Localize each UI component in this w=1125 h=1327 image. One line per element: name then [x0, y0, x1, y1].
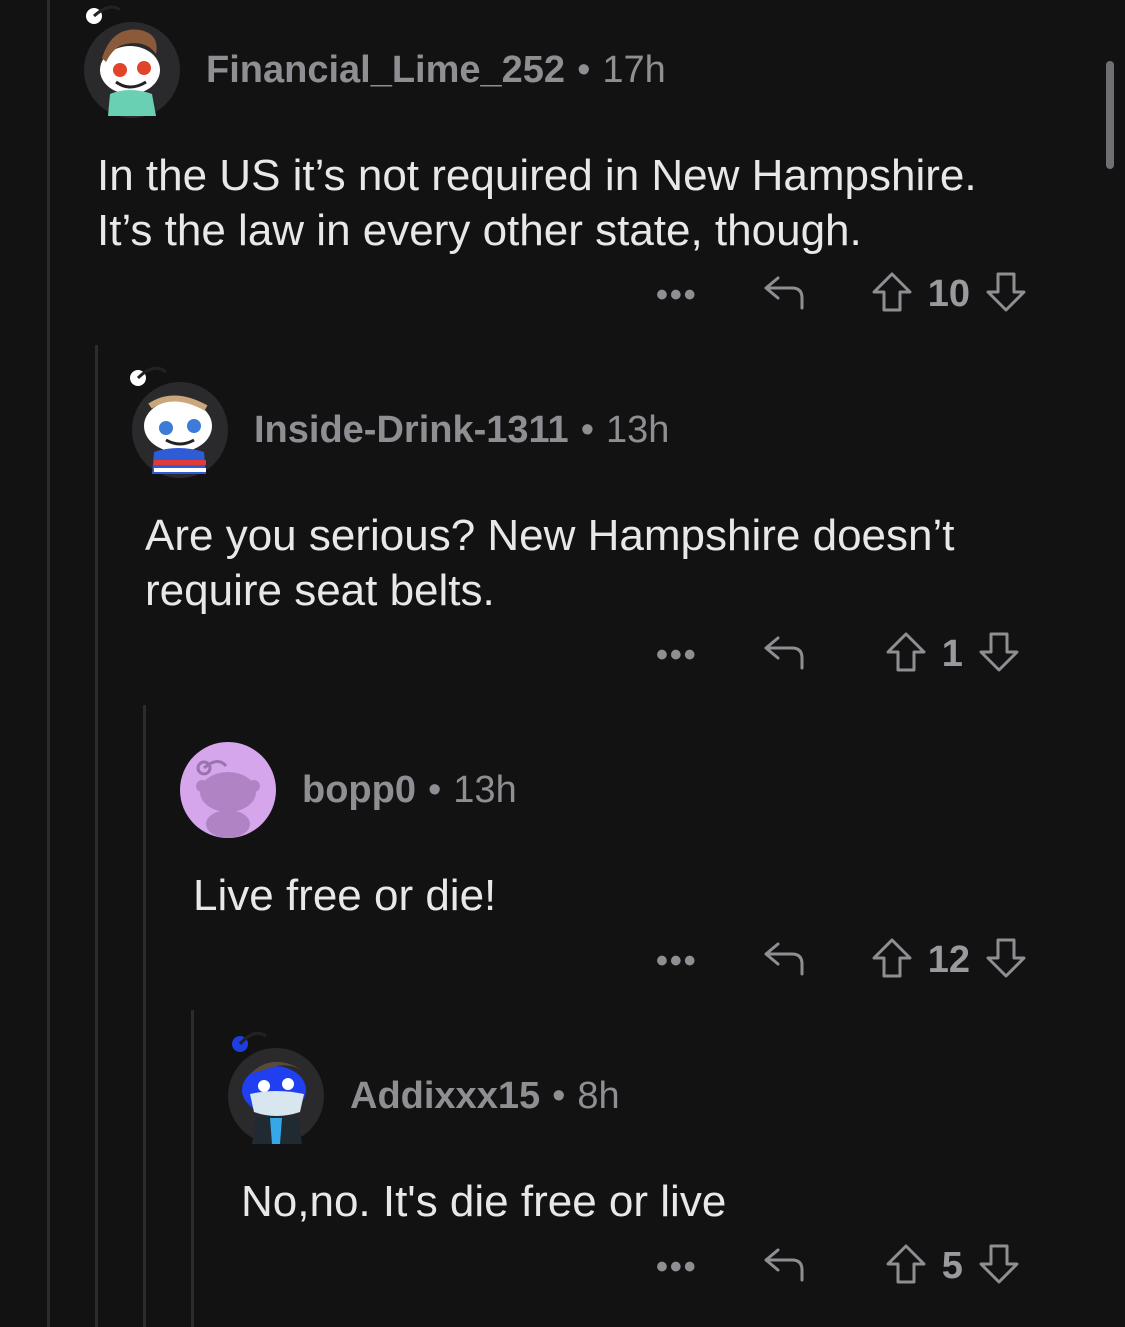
- avatar[interactable]: [228, 1031, 324, 1144]
- separator: •: [580, 408, 594, 451]
- thread-line-level-1[interactable]: [47, 0, 50, 1327]
- comment-body: No,no. It's die free or live: [241, 1177, 727, 1226]
- upvote-arrow-icon[interactable]: [870, 936, 914, 985]
- timestamp: 13h: [453, 768, 517, 811]
- comment-bopp0: bopp0 • 13h Live free or die!: [180, 742, 1080, 923]
- comment-inside-drink: Inside-Drink-1311 • 13h Are you serious?…: [130, 366, 1092, 618]
- username[interactable]: bopp0: [302, 769, 416, 812]
- separator: •: [427, 768, 442, 811]
- ellipsis-icon[interactable]: •••: [656, 1250, 698, 1284]
- timestamp: 8h: [577, 1074, 620, 1117]
- scrollbar[interactable]: [1106, 61, 1114, 169]
- comment-actions: ••• 1: [656, 630, 1021, 679]
- comment-body: In the US it’s not required in New Hamps…: [97, 151, 977, 255]
- avatar[interactable]: [130, 366, 228, 478]
- snoo-avatar-icon: [86, 5, 160, 116]
- comment-actions: ••• 12: [656, 936, 1028, 985]
- reply-arrow-icon[interactable]: [760, 632, 808, 677]
- thread-line-level-4[interactable]: [191, 1010, 194, 1327]
- comment-actions: ••• 5: [656, 1242, 1021, 1291]
- comment-header: Financial_Lime_252 • 17h: [84, 5, 1094, 118]
- timestamp: 17h: [602, 48, 666, 91]
- ellipsis-icon[interactable]: •••: [656, 278, 698, 312]
- comment-meta: Addixxx15 • 8h: [350, 1075, 620, 1118]
- upvote-arrow-icon[interactable]: [884, 630, 928, 679]
- comment-header: bopp0 • 13h: [180, 742, 1080, 838]
- downvote-arrow-icon[interactable]: [977, 1242, 1021, 1291]
- thread-line-level-3[interactable]: [143, 705, 146, 1327]
- timestamp: 13h: [606, 408, 670, 451]
- reply-arrow-icon[interactable]: [760, 1244, 808, 1289]
- ellipsis-icon[interactable]: •••: [656, 944, 698, 978]
- reply-arrow-icon[interactable]: [760, 938, 808, 983]
- username[interactable]: Financial_Lime_252: [206, 49, 565, 92]
- snoo-avatar-icon: [130, 366, 212, 474]
- username[interactable]: Inside-Drink-1311: [254, 409, 569, 452]
- vote-score: 10: [927, 273, 970, 315]
- snoo-default-avatar-icon: [196, 760, 260, 838]
- vote-score: 5: [941, 1245, 963, 1287]
- comment-body: Live free or die!: [193, 871, 497, 920]
- ellipsis-icon[interactable]: •••: [656, 638, 698, 672]
- comment-actions: ••• 10: [656, 270, 1028, 319]
- snoo-avatar-icon: [232, 1031, 306, 1144]
- downvote-arrow-icon[interactable]: [977, 630, 1021, 679]
- downvote-arrow-icon[interactable]: [984, 936, 1028, 985]
- avatar[interactable]: [84, 5, 180, 118]
- comment-financial-lime: Financial_Lime_252 • 17h In the US it’s …: [84, 5, 1094, 258]
- reply-arrow-icon[interactable]: [760, 272, 808, 317]
- comment-meta: Financial_Lime_252 • 17h: [206, 49, 666, 92]
- comment-header: Addixxx15 • 8h: [228, 1031, 1078, 1144]
- comment-body: Are you serious? New Hampshire doesn’t r…: [145, 511, 955, 615]
- avatar[interactable]: [180, 742, 276, 838]
- comment-meta: Inside-Drink-1311 • 13h: [254, 409, 669, 452]
- separator: •: [577, 48, 591, 91]
- username[interactable]: Addixxx15: [350, 1075, 540, 1118]
- upvote-arrow-icon[interactable]: [884, 1242, 928, 1291]
- downvote-arrow-icon[interactable]: [984, 270, 1028, 319]
- vote-score: 12: [927, 939, 970, 981]
- separator: •: [552, 1074, 566, 1117]
- comment-addixxx15: Addixxx15 • 8h No,no. It's die free or l…: [228, 1031, 1078, 1229]
- vote-score: 1: [941, 633, 963, 675]
- comment-header: Inside-Drink-1311 • 13h: [130, 366, 1092, 478]
- upvote-arrow-icon[interactable]: [870, 270, 914, 319]
- comment-meta: bopp0 • 13h: [302, 769, 517, 812]
- thread-line-level-2[interactable]: [95, 345, 98, 1327]
